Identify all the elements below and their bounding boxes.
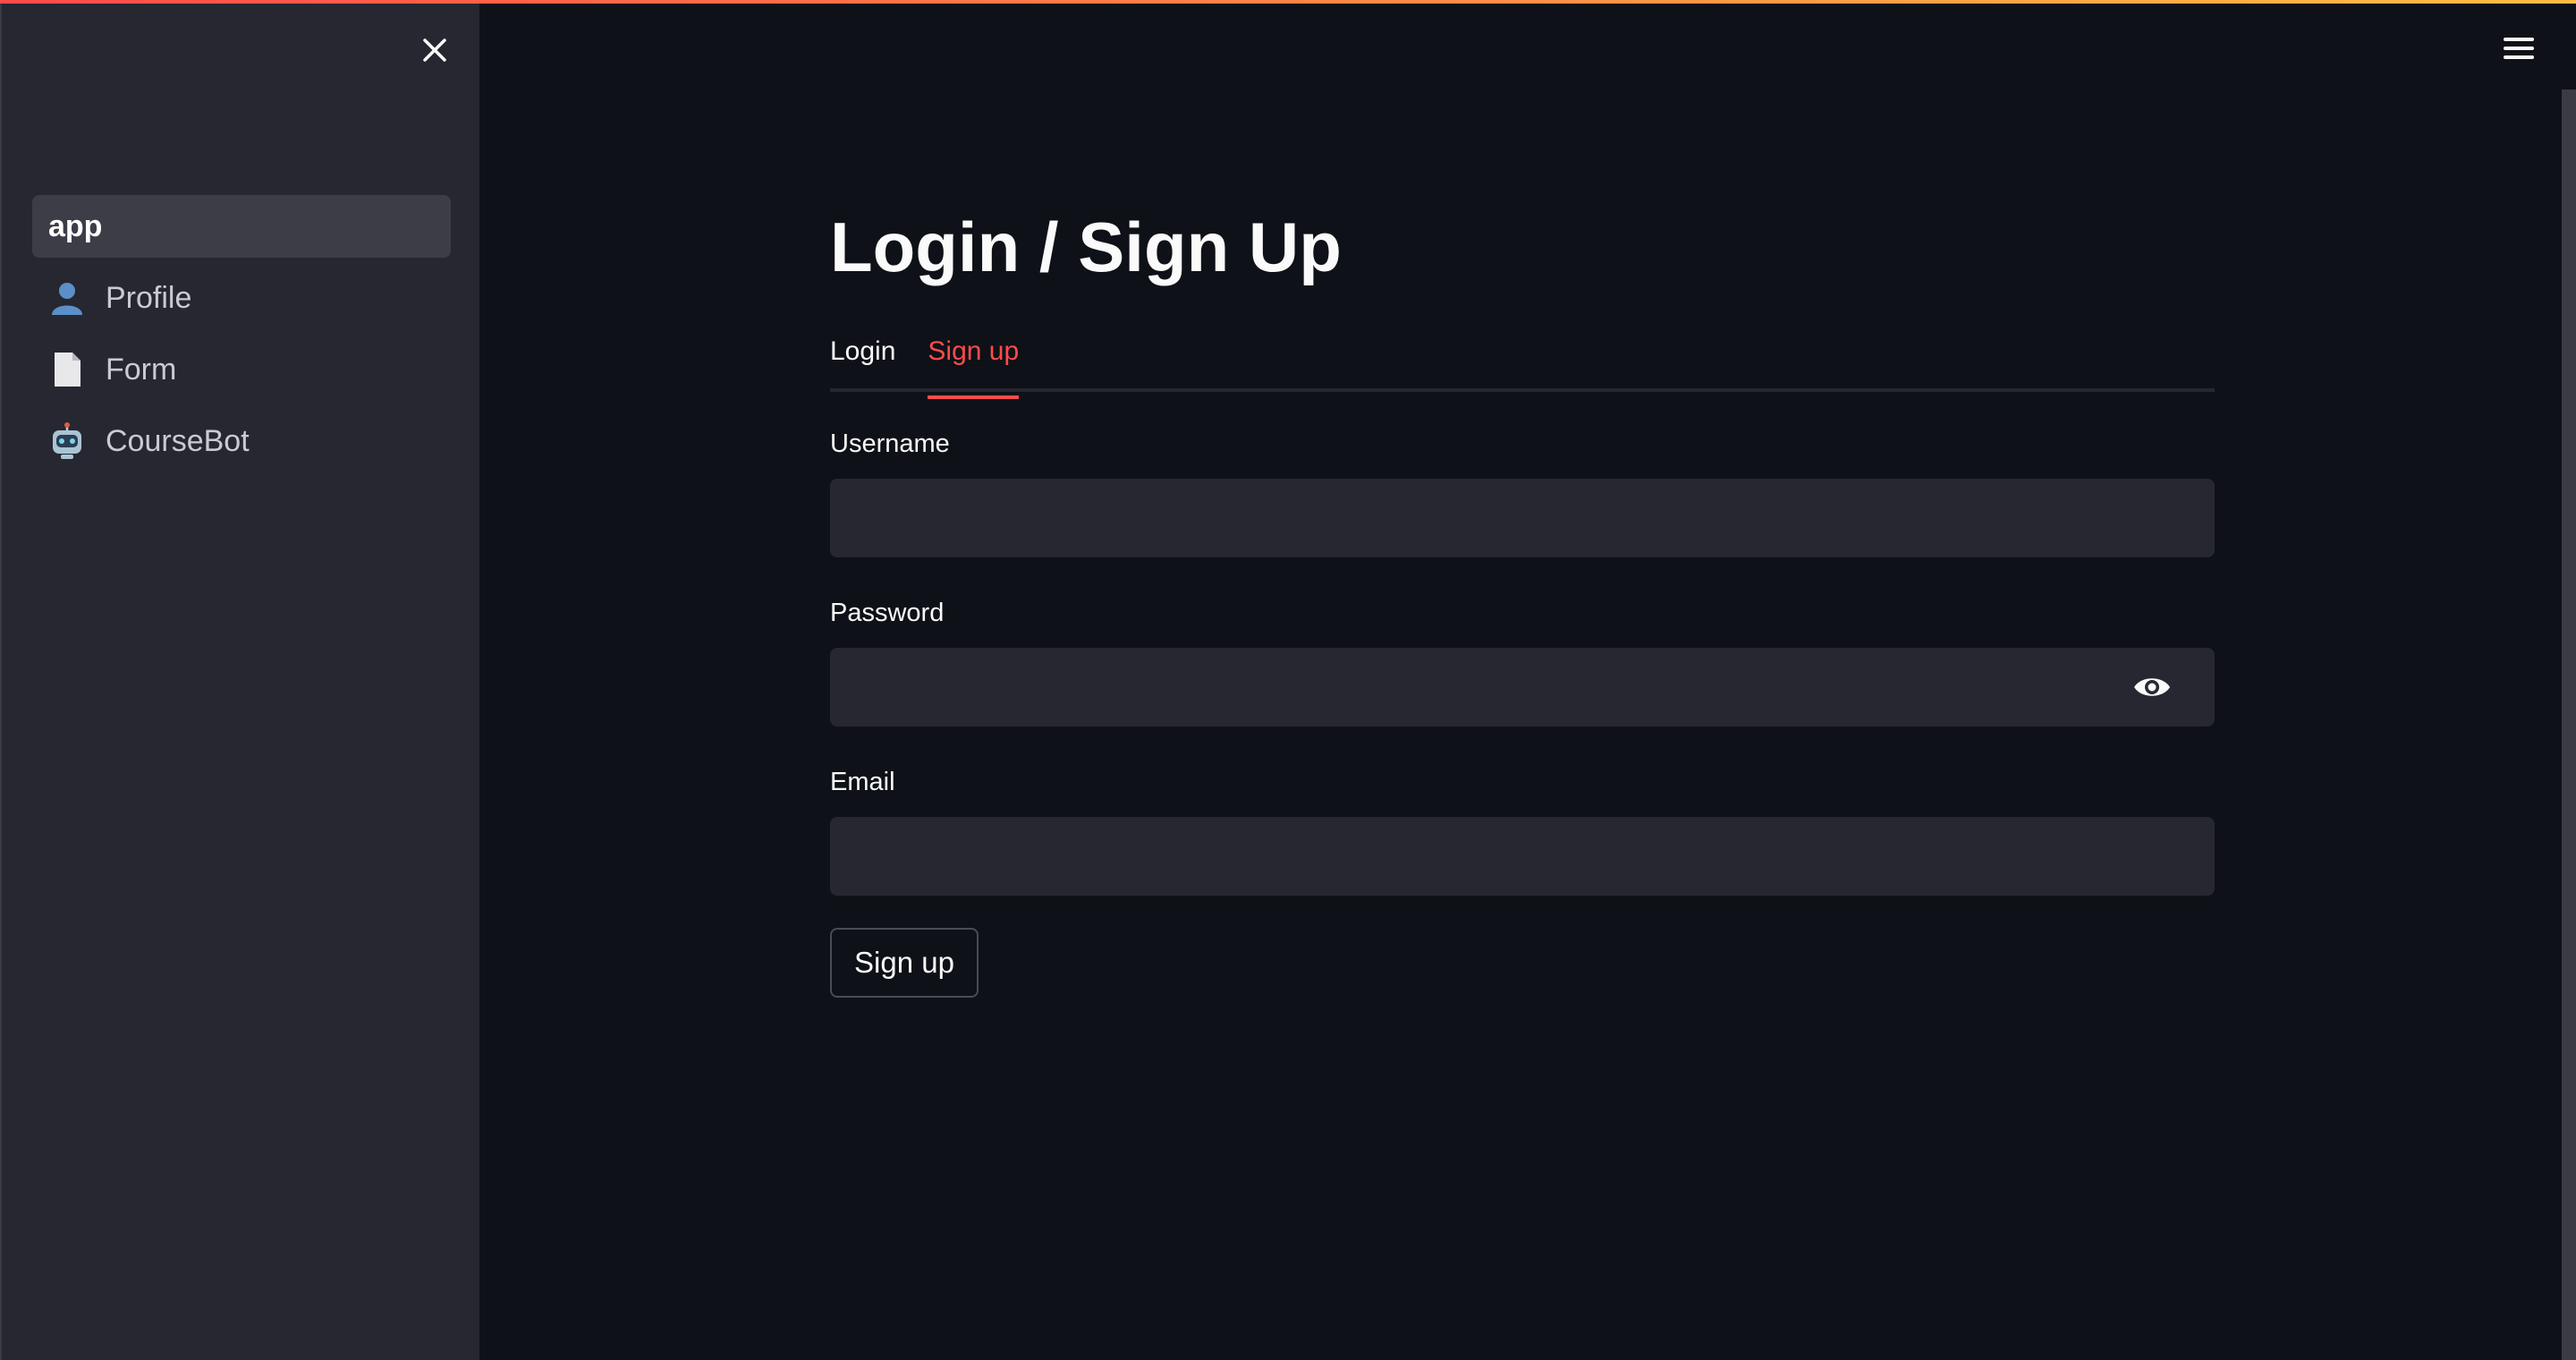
sidebar-item-app[interactable]: app <box>32 195 451 258</box>
eye-icon <box>2134 677 2170 696</box>
sidebar-item-coursebot[interactable]: CourseBot <box>32 410 451 472</box>
sidebar-item-profile[interactable]: Profile <box>32 267 451 329</box>
sign-up-button[interactable]: Sign up <box>830 927 979 998</box>
sidebar-item-label: Profile <box>106 280 192 315</box>
hamburger-icon-line <box>2504 55 2534 59</box>
tab-sign-up[interactable]: Sign up <box>928 329 1019 399</box>
username-field[interactable] <box>830 478 2215 557</box>
main-header <box>479 0 2576 98</box>
username-field-container <box>830 478 2215 557</box>
main-content: Login / Sign Up Login Sign up Username P… <box>830 206 2215 998</box>
close-sidebar-button[interactable] <box>415 30 454 70</box>
top-accent-bar <box>0 0 2576 4</box>
username-label: Username <box>830 429 950 458</box>
sidebar-item-label: Form <box>106 352 177 387</box>
tab-bar: Login Sign up <box>830 329 2215 399</box>
email-field-container <box>830 816 2215 896</box>
robot-icon <box>48 422 86 460</box>
scrollbar[interactable] <box>2562 89 2576 1360</box>
password-field[interactable] <box>830 647 2215 727</box>
password-field-container <box>830 647 2215 727</box>
password-label: Password <box>830 598 945 627</box>
email-label: Email <box>830 767 895 796</box>
sidebar: app Profile Form CourseBot <box>0 0 479 1360</box>
close-icon <box>423 38 446 62</box>
page-title: Login / Sign Up <box>830 208 1342 286</box>
tab-login[interactable]: Login <box>830 329 895 388</box>
main-menu-button[interactable] <box>2499 29 2538 68</box>
hamburger-icon-line <box>2504 47 2534 50</box>
page-icon <box>48 351 86 388</box>
sidebar-item-label: CourseBot <box>106 423 250 458</box>
sidebar-nav: app Profile Form CourseBot <box>32 195 451 481</box>
show-password-button[interactable] <box>2132 667 2172 707</box>
email-field[interactable] <box>830 816 2215 896</box>
sidebar-item-label: app <box>48 208 103 243</box>
sidebar-item-form[interactable]: Form <box>32 338 451 401</box>
hamburger-icon-line <box>2504 38 2534 41</box>
bust-in-silhouette-icon <box>48 279 86 317</box>
